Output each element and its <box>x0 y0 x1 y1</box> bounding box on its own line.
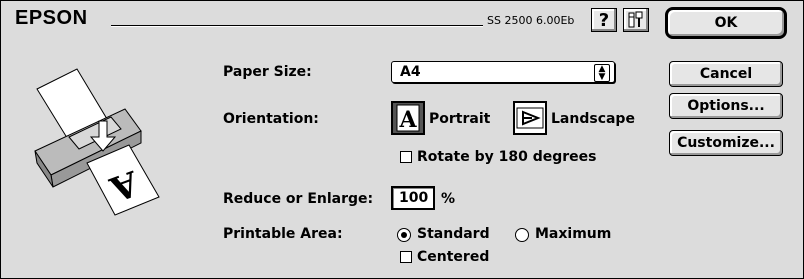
paper-size-value: A4 <box>400 64 421 80</box>
tools-button[interactable] <box>623 8 649 32</box>
paper-size-label: Paper Size: <box>223 64 312 80</box>
centered-label[interactable]: Centered <box>417 249 489 265</box>
header-divider <box>111 25 483 27</box>
portrait-icon: A <box>396 104 420 133</box>
landscape-label[interactable]: Landscape <box>551 111 635 127</box>
rotate-180-checkbox[interactable] <box>400 151 412 163</box>
centered-checkbox[interactable] <box>400 251 412 263</box>
options-button[interactable]: Options... <box>669 93 783 119</box>
orientation-label: Orientation: <box>223 111 319 127</box>
portrait-button[interactable]: A <box>391 101 425 135</box>
page-setup-dialog: EPSON SS 2500 6.00Eb ? OK Cancel Options… <box>0 0 804 279</box>
chevron-updown-icon: ▲ ▼ <box>594 64 610 82</box>
rotate-180-label[interactable]: Rotate by 180 degrees <box>417 149 596 165</box>
ok-button[interactable]: OK <box>665 7 787 39</box>
landscape-icon <box>516 107 544 129</box>
standard-label[interactable]: Standard <box>417 226 490 242</box>
cancel-button[interactable]: Cancel <box>669 61 783 87</box>
epson-logo: EPSON <box>15 7 88 29</box>
scale-label: Reduce or Enlarge: <box>223 191 374 207</box>
paper-size-select[interactable]: A4 ▲ ▼ <box>391 61 615 83</box>
help-button[interactable]: ? <box>591 8 617 32</box>
maximum-label[interactable]: Maximum <box>535 226 611 242</box>
question-mark-icon: ? <box>598 9 610 31</box>
printable-area-label: Printable Area: <box>223 226 343 242</box>
tools-icon <box>628 11 643 28</box>
maximum-radio[interactable] <box>515 228 529 242</box>
svg-text:A: A <box>398 107 417 133</box>
printer-illustration-icon: A <box>34 68 160 216</box>
scale-unit: % <box>441 191 456 207</box>
landscape-button[interactable] <box>513 101 547 135</box>
standard-radio[interactable] <box>397 228 411 242</box>
portrait-label[interactable]: Portrait <box>429 111 490 127</box>
customize-button[interactable]: Customize... <box>669 130 783 156</box>
driver-version: SS 2500 6.00Eb <box>487 14 575 27</box>
scale-input[interactable]: 100 <box>391 186 435 210</box>
